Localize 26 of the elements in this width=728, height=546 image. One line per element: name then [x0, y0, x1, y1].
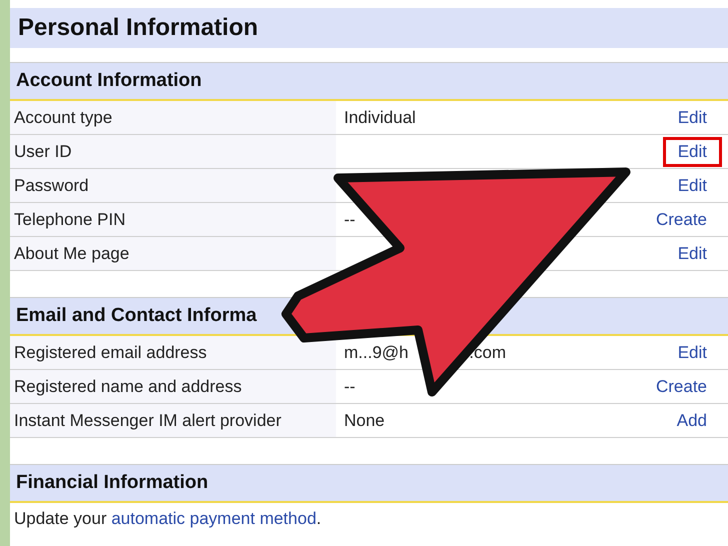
action-link[interactable]: Create [640, 372, 722, 402]
action-link[interactable]: Edit [662, 102, 722, 132]
section-heading: Account Information [10, 62, 728, 101]
payment-method-link[interactable]: automatic payment method [111, 509, 316, 528]
action-link[interactable]: Create [640, 204, 722, 234]
field-label: Registered email address [14, 342, 207, 362]
field-value: .com [469, 342, 506, 362]
action-link[interactable]: Edit [662, 170, 722, 200]
section-heading: Financial Information [10, 464, 728, 503]
payment-note: Update your automatic payment method. [13, 508, 322, 530]
field-value: -- [344, 376, 356, 396]
field-value: None [344, 410, 385, 430]
action-link[interactable]: Edit [662, 338, 722, 368]
field-label: About Me page [14, 244, 130, 264]
action-link[interactable]: Add [662, 406, 722, 436]
action-link[interactable]: Edit [662, 136, 722, 166]
field-label: Instant Messenger IM alert provider [14, 410, 282, 430]
field-value: Individual [344, 108, 416, 128]
field-value: -- [344, 210, 356, 230]
action-link[interactable]: Edit [662, 238, 722, 268]
field-value: m...9@h [344, 342, 408, 362]
field-label: Registered name and address [14, 376, 242, 396]
field-label: User ID [14, 142, 72, 162]
field-label: Telephone PIN [14, 210, 126, 230]
field-label: Password [14, 176, 89, 196]
field-label: Account type [14, 108, 112, 128]
